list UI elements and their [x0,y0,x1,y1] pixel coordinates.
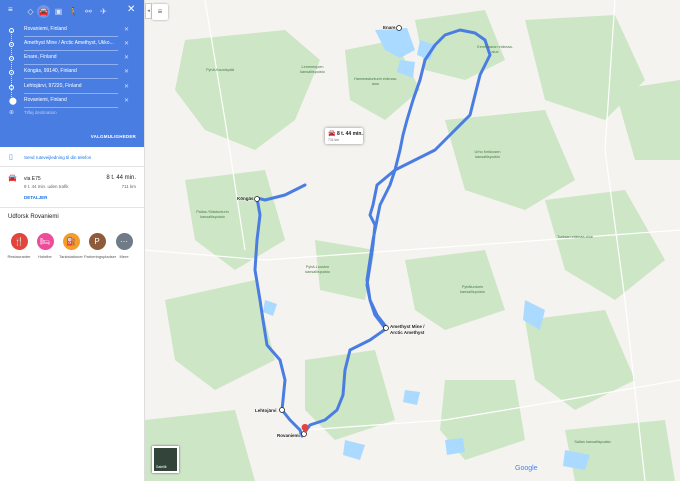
car-icon: 🚘 [328,131,336,137]
category-parking[interactable]: P Parkeringspladser [84,233,117,259]
category-more[interactable]: ··· Mere [111,233,137,259]
area-label: Lemmenjoen kansallispuisto [300,65,325,74]
waypoint-marker [301,431,307,437]
callout-time: 8 t. 44 min. [337,131,363,137]
remove-stop-icon[interactable]: ✕ [124,68,129,75]
stop-dot-icon [9,70,14,75]
stop-dot-icon [9,28,14,33]
stop-dot-icon [9,85,14,90]
area-label: Tuntsan erämaa-alue [557,235,593,239]
stop-4[interactable]: Köngäs, 99140, Finland ✕ [0,66,145,80]
category-gas-stations[interactable]: ⛽ Tankstationer [58,233,84,259]
directions-header: ≡ ◇ 🚘 ▣ 🚶 ⚯ ✈ ✕ Rovaniemi, Finland ✕ Ame… [0,0,144,147]
remove-stop-icon[interactable]: ✕ [124,26,129,33]
category-label: Parkeringspladser [84,254,117,259]
area-label: Kemihaaran erämaa-alue [477,45,513,54]
area-label: Pyhä-Kaunispää [206,68,234,72]
restaurant-icon: 🍴 [10,233,28,250]
route-time: 8 t. 44 min. [106,175,136,181]
walk-icon[interactable]: 🚶 [67,5,80,18]
add-destination-label[interactable]: Tilføj destination [24,110,57,115]
best-route-icon[interactable]: ◇ [24,5,37,18]
bike-icon[interactable]: ⚯ [82,5,95,18]
close-icon[interactable]: ✕ [127,4,135,15]
stop-input[interactable]: Rovaniemi, Finland [24,24,118,37]
remove-stop-icon[interactable]: ✕ [124,97,129,104]
area-label: Hammastunturin erämaa-alue [353,77,398,86]
route-distance: 711 km [121,184,136,189]
explore-title: Udforsk Rovaniemi [8,214,59,220]
category-label: Hoteller [38,254,52,259]
parking-icon: P [88,233,106,250]
remove-stop-icon[interactable]: ✕ [124,54,129,61]
waypoint-marker [396,25,402,31]
route-via: via E75 [24,176,41,182]
area-label: Pyhä-Luoston kansallispuisto [305,265,330,274]
plane-icon[interactable]: ✈ [97,5,110,18]
area-label: Urho Kekkosen kansallispuisto [474,150,501,159]
satellite-label: Satellit [156,465,167,469]
category-label: Mere [119,254,129,259]
send-to-phone[interactable]: ▯ Send ruteveijledning til din telefon [0,153,145,167]
route-time-callout[interactable]: 🚘 8 t. 44 min. 711 km [325,128,363,144]
options-button[interactable]: VALGMULIGHEDER [91,134,136,139]
stop-6[interactable]: ⬤ Rovaniemi, Finland ✕ [0,95,145,109]
category-hotels[interactable]: 🛏 Hoteller [32,233,58,259]
google-logo-text: Google [515,465,538,472]
stop-input[interactable]: Köngäs, 99140, Finland [24,66,118,79]
route-traffic: 8 t. 44 min. uden trafik [24,184,69,189]
area-label: Pyhätunturin kansallispuisto [460,285,485,294]
gas-station-icon: ⛽ [62,233,80,250]
protected-areas [145,10,680,481]
waypoint-marker [254,196,260,202]
bus-icon[interactable]: ▣ [52,5,65,18]
map-canvas[interactable]: Enare Köngäs Amethyst Mine / Arctic Amet… [145,0,680,481]
area-label: Pallas-Yllästunturin kansallispuisto [196,210,229,219]
stop-3[interactable]: Enare, Finland ✕ [0,52,145,66]
collapse-panel-button[interactable]: ◂ [145,3,152,19]
remove-stop-icon[interactable]: ✕ [124,40,129,47]
hotel-icon: 🛏 [36,233,54,250]
remove-stop-icon[interactable]: ✕ [124,83,129,90]
stop-input[interactable]: Lehtojärvi, 97220, Finland [24,81,118,94]
category-label: Tankstationer [59,254,83,259]
place-label[interactable]: Rovaniemi [277,433,300,438]
stop-5[interactable]: Lehtojärvi, 97220, Finland ✕ [0,81,145,95]
stop-1[interactable]: Rovaniemi, Finland ✕ [0,24,145,38]
more-icon: ··· [115,233,133,250]
stop-input[interactable]: Enare, Finland [24,52,118,65]
waypoint-marker [279,407,285,413]
car-icon: 🚘 [8,175,17,182]
category-label: Restauranter [7,254,31,259]
google-logo: Google [515,465,538,472]
stop-dot-icon [9,42,14,47]
category-restaurants[interactable]: 🍴 Restauranter [6,233,32,259]
details-link[interactable]: DETALJER [24,195,47,200]
waypoint-marker [383,325,389,331]
car-icon[interactable]: 🚘 [37,5,50,18]
place-label[interactable]: Köngäs [237,196,254,201]
place-label[interactable]: Enare [383,25,396,30]
callout-distance: 711 km [328,138,340,142]
place-label[interactable]: Amethyst Mine / Arctic Amethyst [390,324,430,336]
travel-mode-bar: ◇ 🚘 ▣ 🚶 ⚯ ✈ [0,5,145,19]
area-label: Sallan kansallispuisto [574,440,611,444]
send-to-phone-label[interactable]: Send ruteveijledning til din telefon [24,155,91,160]
stop-dot-icon [9,56,14,61]
phone-icon: ▯ [9,154,13,161]
route-option[interactable]: 🚘 via E75 8 t. 44 min. 8 t. 44 min. uden… [0,168,145,208]
stop-input[interactable]: Amethyst Mine / Arctic Amethyst, Ukko... [24,38,118,51]
satellite-toggle[interactable]: Satellit [152,446,179,473]
add-destination-icon[interactable]: ⊕ [9,109,14,116]
stop-2[interactable]: Amethyst Mine / Arctic Amethyst, Ukko...… [0,38,145,52]
place-label[interactable]: Lehtojärvi [255,408,277,413]
directions-panel: ≡ ◇ 🚘 ▣ 🚶 ⚯ ✈ ✕ Rovaniemi, Finland ✕ Ame… [0,0,145,481]
stop-input[interactable]: Rovaniemi, Finland [24,95,118,108]
destination-pin-icon: ⬤ [9,98,17,105]
map-layers-button[interactable]: ≡ [152,4,168,20]
